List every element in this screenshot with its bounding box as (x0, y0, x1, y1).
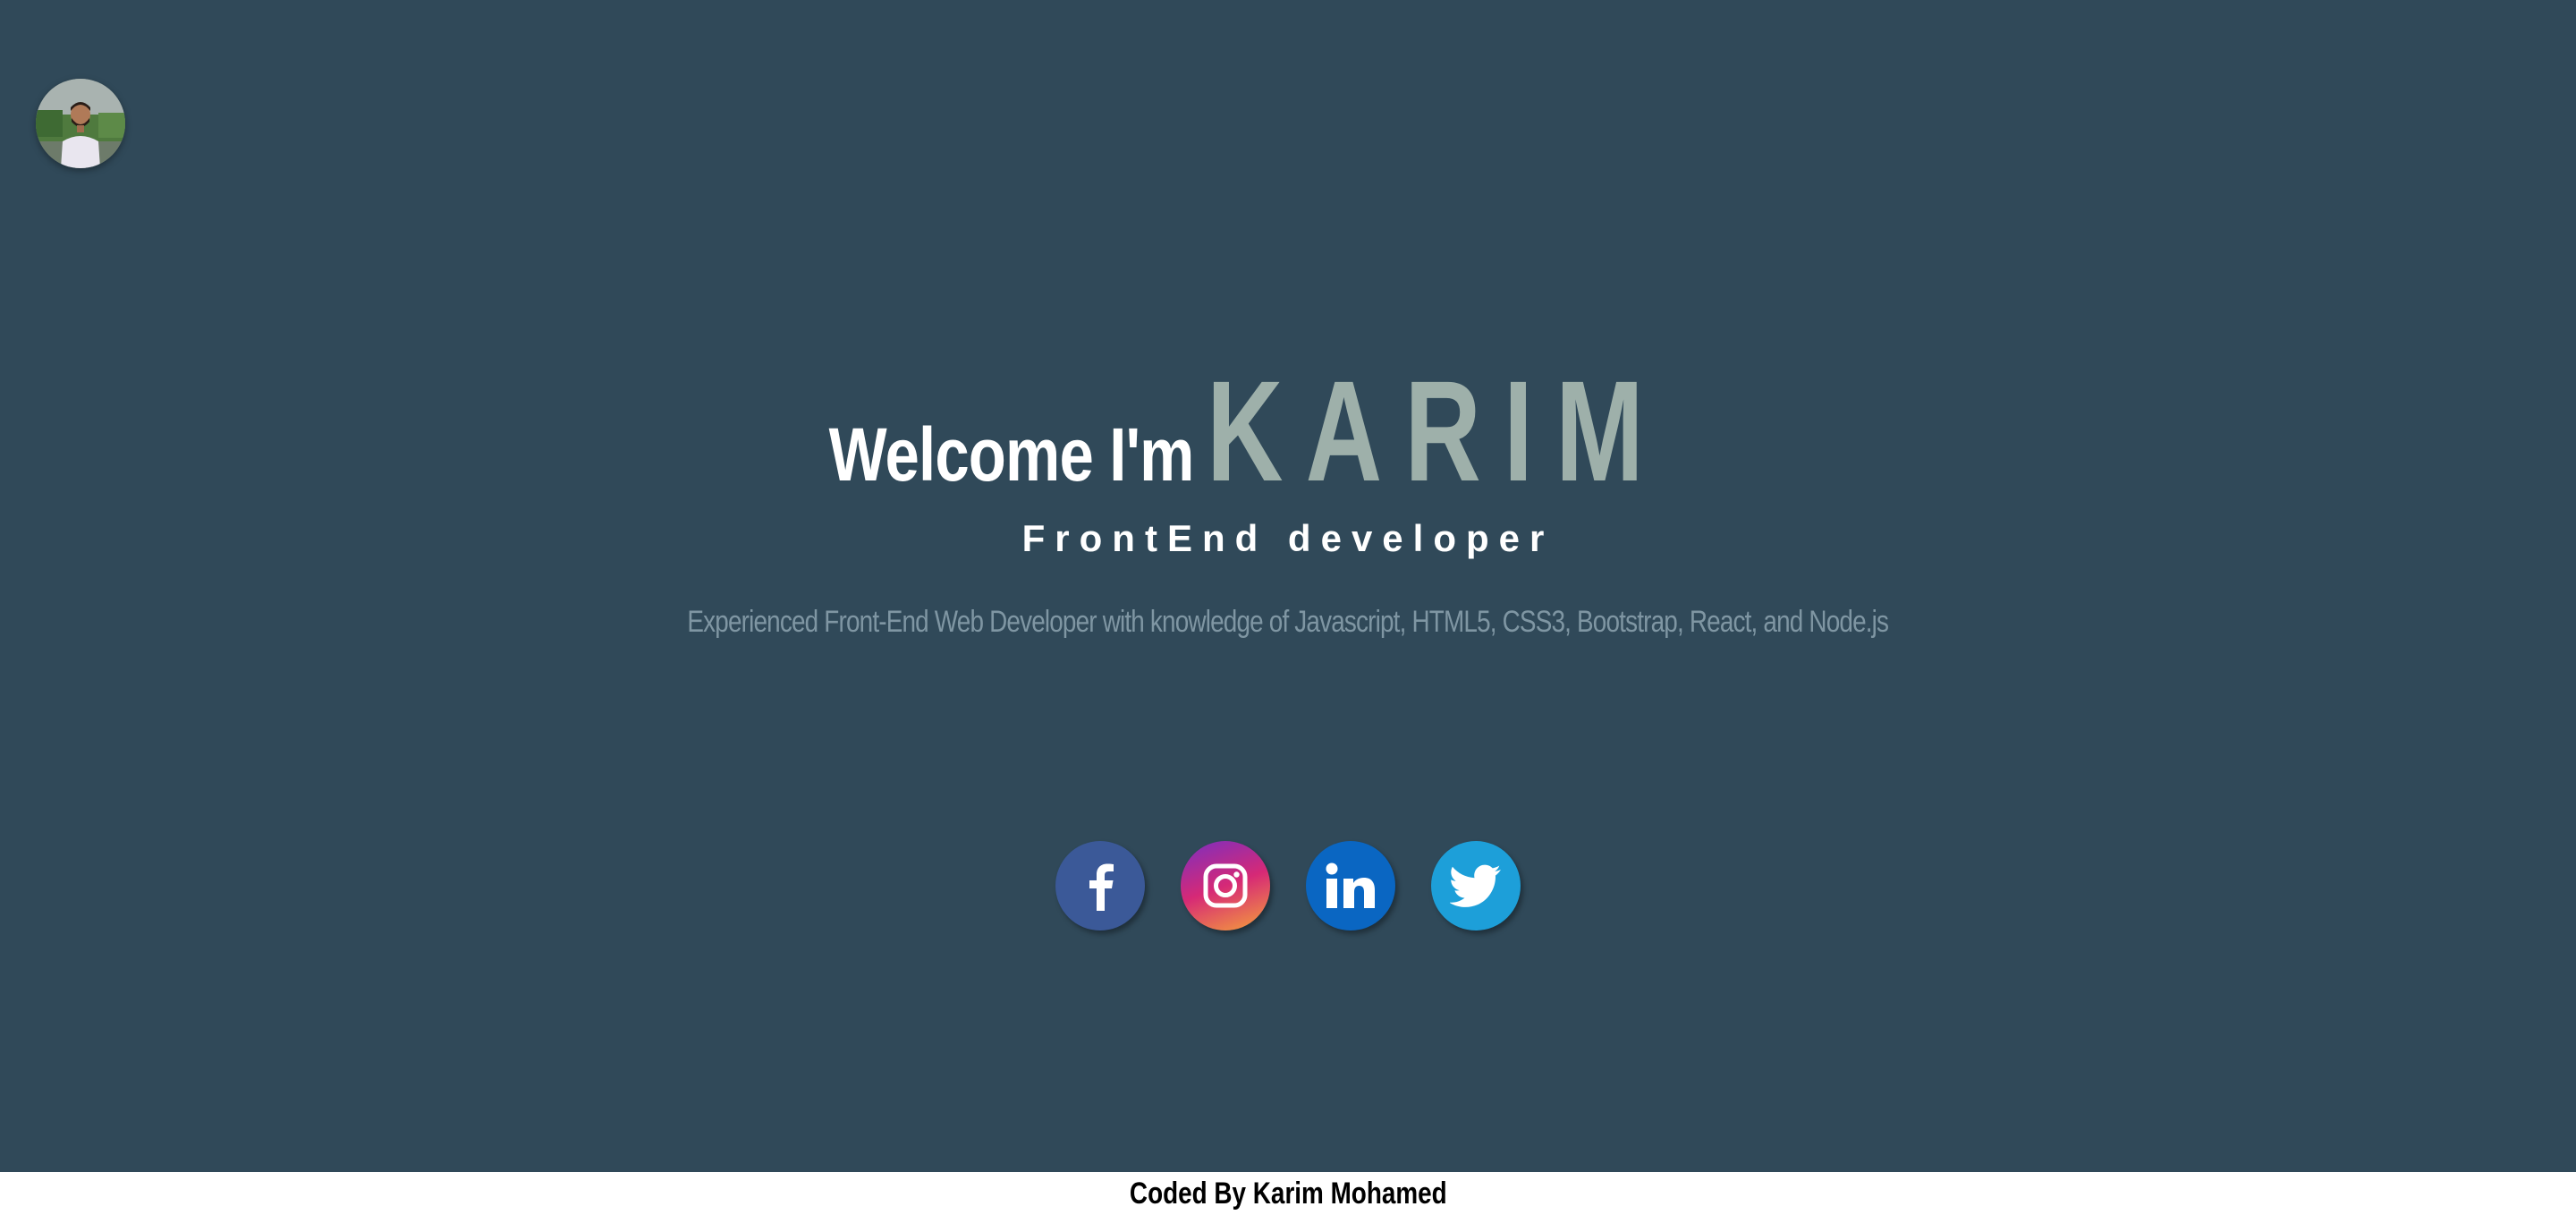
profile-photo-icon (36, 79, 125, 168)
hero-headline: Welcome I'm KARIM (0, 349, 2576, 511)
avatar[interactable] (36, 79, 125, 168)
bio-text: Experienced Front-End Web Developer with… (0, 605, 2576, 640)
footer-credit: Coded By Karim Mohamed (1129, 1177, 1447, 1211)
twitter-icon (1450, 864, 1501, 907)
facebook-icon (1089, 863, 1114, 911)
twitter-button[interactable] (1431, 841, 1521, 930)
role-subtitle: FrontEnd developer (1021, 517, 1555, 559)
bio-text-content: Experienced Front-End Web Developer with… (687, 605, 1890, 639)
hero-section: Welcome I'm KARIM FrontEnd developer Exp… (0, 0, 2576, 1172)
instagram-icon (1203, 863, 1248, 908)
footer: Coded By Karim Mohamed (0, 1172, 2576, 1215)
social-links (0, 841, 2576, 930)
instagram-button[interactable] (1181, 841, 1270, 930)
linkedin-button[interactable] (1306, 841, 1395, 930)
name-text: KARIM (1206, 351, 1666, 511)
facebook-button[interactable] (1055, 841, 1145, 930)
greeting-text: Welcome I'm (828, 412, 1194, 497)
linkedin-icon (1326, 862, 1375, 908)
